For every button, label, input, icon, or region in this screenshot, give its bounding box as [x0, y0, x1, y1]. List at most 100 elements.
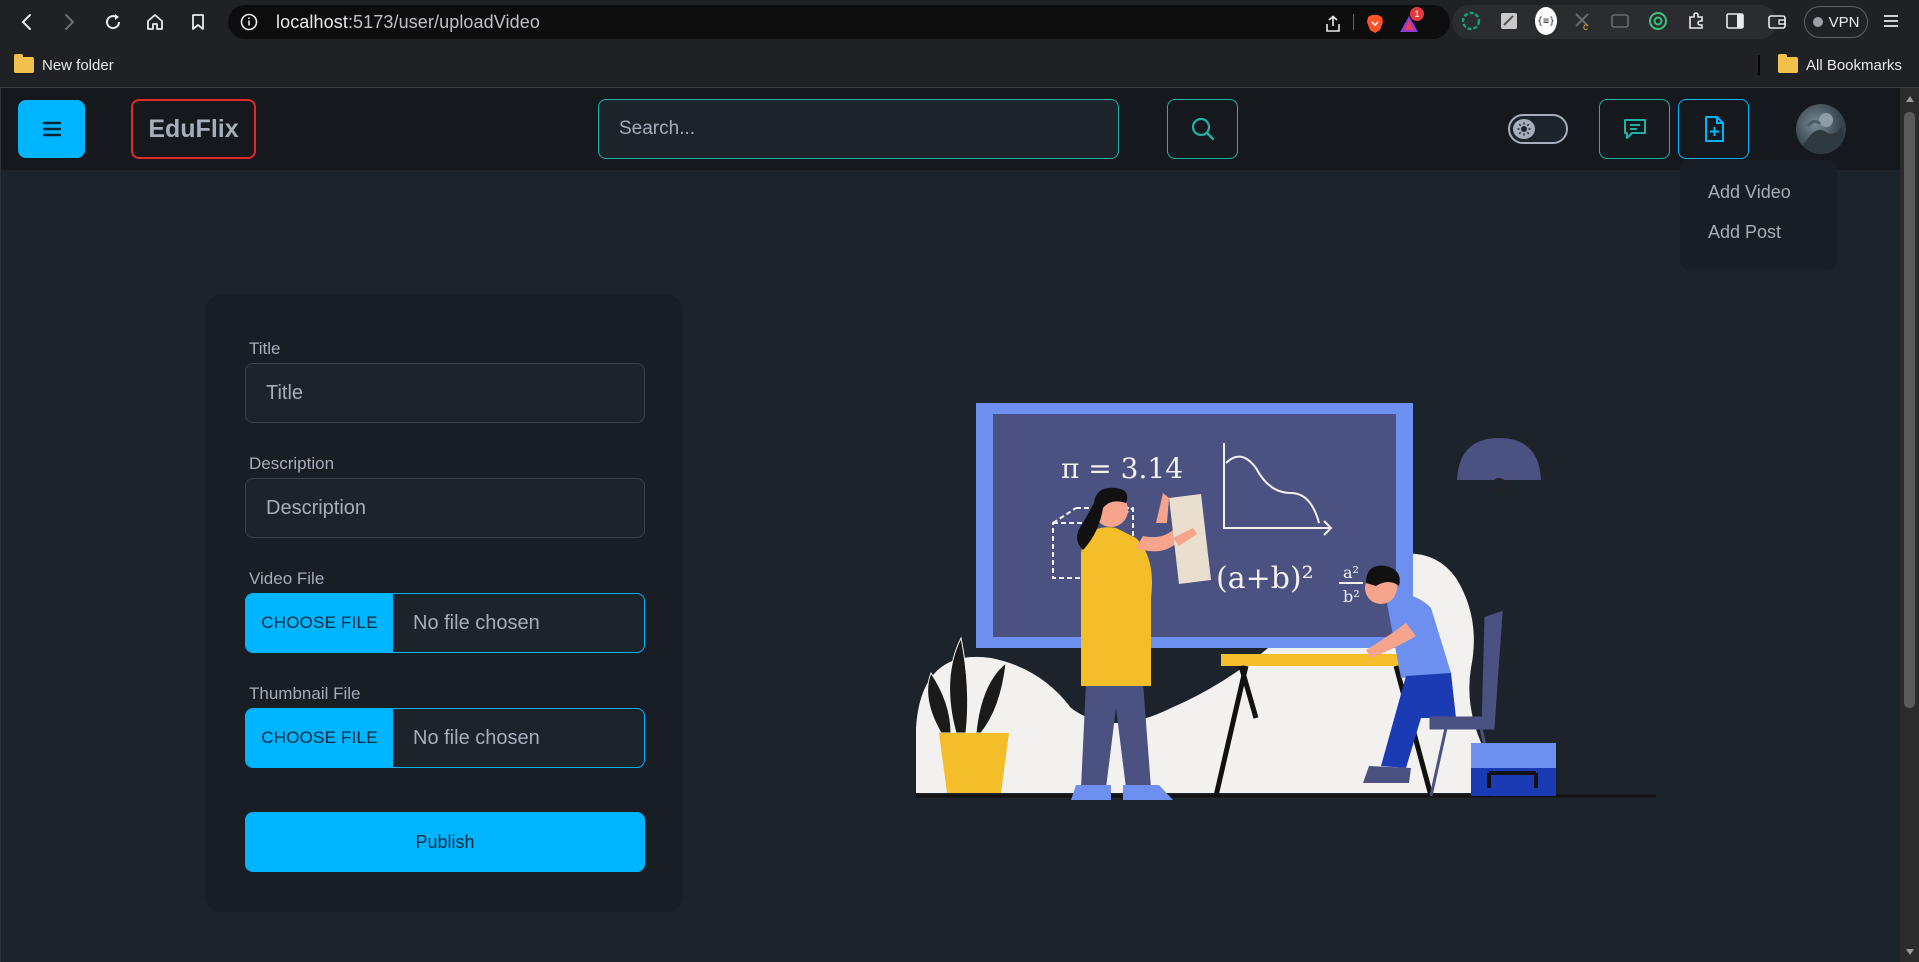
navbar: EduFlix: [1, 88, 1901, 170]
classroom-illustration: π = 3.14 (a+b)² a² b²: [916, 343, 1656, 800]
video-file-label: Video File: [249, 569, 325, 588]
scroll-down-icon[interactable]: [1904, 946, 1915, 957]
publish-button[interactable]: Publish: [245, 812, 645, 872]
scroll-up-icon[interactable]: [1904, 93, 1915, 104]
forward-button[interactable]: [56, 9, 82, 35]
bookmarks-bar: [0, 44, 1919, 88]
lamp-icon: [1457, 438, 1541, 480]
thumbnail-file-input[interactable]: CHOOSE FILE No file chosen: [245, 708, 645, 768]
title-label: Title: [249, 339, 281, 358]
extensions-menu-button[interactable]: [1685, 10, 1707, 32]
add-content-button[interactable]: [1678, 99, 1749, 159]
search-icon: [1191, 117, 1214, 141]
home-button[interactable]: [142, 9, 168, 35]
coupon-extension[interactable]: c: [1572, 10, 1594, 32]
site-info-icon[interactable]: [240, 13, 258, 31]
bookmark-button[interactable]: [185, 9, 211, 35]
app-page: EduFlix Add Video Add Post Title Descrip…: [0, 88, 1919, 962]
board-text-fraction-top: a²: [1343, 563, 1359, 582]
add-document-icon: [1704, 116, 1724, 142]
menu-icon: [42, 121, 61, 137]
messages-button[interactable]: [1599, 99, 1670, 159]
puzzle-icon: [1689, 12, 1703, 29]
wallet-icon: [1768, 15, 1786, 29]
add-content-dropdown: Add Video Add Post: [1680, 160, 1837, 270]
description-label: Description: [249, 454, 335, 473]
target-extension[interactable]: [1647, 10, 1669, 32]
search-button[interactable]: [1167, 99, 1238, 159]
brave-lion-icon: [1367, 15, 1383, 33]
logo-text: EduFlix: [148, 114, 239, 143]
bookmarks-divider: [1758, 55, 1760, 75]
all-bookmarks-label: All Bookmarks: [1806, 56, 1902, 74]
forward-arrow-icon: [65, 14, 75, 30]
reader-icon: [1611, 14, 1629, 28]
board-text-fraction-bottom: b²: [1343, 587, 1360, 606]
notification-badge: 1: [1410, 7, 1424, 21]
coupon-icon: c: [1575, 13, 1589, 31]
student-shoes: [1363, 766, 1411, 783]
board-text-pi: π = 3.14: [1061, 452, 1183, 485]
back-button[interactable]: [14, 9, 40, 35]
share-button[interactable]: [1322, 13, 1344, 35]
vpn-label: VPN: [1828, 13, 1860, 31]
board-text-formula: (a+b)²: [1216, 561, 1314, 596]
sun-icon: [1513, 119, 1535, 139]
plant-pot: [939, 733, 1009, 793]
menu-button[interactable]: [18, 100, 85, 158]
thumbnail-choose-file-button[interactable]: CHOOSE FILE: [246, 709, 393, 767]
video-file-status: No file chosen: [413, 611, 540, 634]
wallet-button[interactable]: [1766, 10, 1788, 32]
folder-icon: [14, 54, 34, 73]
all-bookmarks-button[interactable]: All Bookmarks: [1778, 53, 1902, 77]
add-post-menu-item[interactable]: Add Post: [1680, 212, 1837, 252]
back-arrow-icon: [21, 14, 31, 30]
url-text: localhost:5173/user/uploadVideo: [276, 12, 540, 32]
browser-menu-button[interactable]: [1880, 10, 1902, 32]
target-icon: [1649, 12, 1667, 30]
search-input[interactable]: [598, 99, 1119, 159]
user-avatar[interactable]: [1796, 104, 1846, 154]
vpn-button[interactable]: VPN: [1804, 6, 1868, 38]
scrollbar-thumb[interactable]: [1904, 112, 1915, 708]
desk-top: [1221, 654, 1416, 666]
thumbnail-file-label: Thumbnail File: [249, 684, 361, 703]
json-icon: {≡}: [1535, 7, 1557, 35]
teacher-shirt: [1081, 527, 1152, 686]
description-input[interactable]: [245, 478, 645, 538]
upload-video-form: Title Description Video File CHOOSE FILE…: [205, 295, 683, 912]
app-logo[interactable]: EduFlix: [131, 99, 256, 159]
bookmark-folder-new[interactable]: New folder: [14, 53, 114, 77]
hamburger-menu-icon: [1884, 15, 1898, 27]
notes-icon: [1501, 13, 1517, 29]
address-bar[interactable]: localhost:5173/user/uploadVideo 1: [228, 5, 1450, 39]
message-icon: [1623, 119, 1646, 139]
home-icon: [147, 14, 163, 30]
chatgpt-icon: [1461, 11, 1481, 31]
folder-icon: [1778, 54, 1798, 73]
share-icon: [1326, 15, 1340, 32]
page-scrollbar[interactable]: [1900, 88, 1919, 962]
reader-extension[interactable]: [1609, 10, 1631, 32]
toolbox-lid: [1471, 743, 1556, 768]
reload-button[interactable]: [100, 9, 126, 35]
theme-toggle[interactable]: [1508, 114, 1568, 144]
chatgpt-extension[interactable]: [1460, 10, 1482, 32]
json-extension[interactable]: {≡}: [1535, 7, 1557, 35]
title-input[interactable]: [245, 363, 645, 423]
video-choose-file-button[interactable]: CHOOSE FILE: [246, 594, 393, 652]
omnibox-divider: [1353, 14, 1354, 30]
add-video-menu-item[interactable]: Add Video: [1680, 172, 1837, 212]
bookmark-folder-label: New folder: [42, 56, 114, 74]
browser-toolbar: localhost:5173/user/uploadVideo 1 {≡} c: [0, 0, 1919, 44]
video-file-input[interactable]: CHOOSE FILE No file chosen: [245, 593, 645, 653]
notes-extension[interactable]: [1498, 10, 1520, 32]
vpn-status-icon: [1812, 17, 1823, 27]
brave-rewards-button[interactable]: 1: [1398, 7, 1424, 35]
thumbnail-file-status: No file chosen: [413, 726, 540, 749]
brave-shields-button[interactable]: [1364, 13, 1386, 35]
svg-text:c: c: [1583, 22, 1588, 31]
reload-icon: [106, 14, 121, 30]
sidebar-button[interactable]: [1724, 10, 1746, 32]
sidebar-icon: [1726, 13, 1744, 29]
